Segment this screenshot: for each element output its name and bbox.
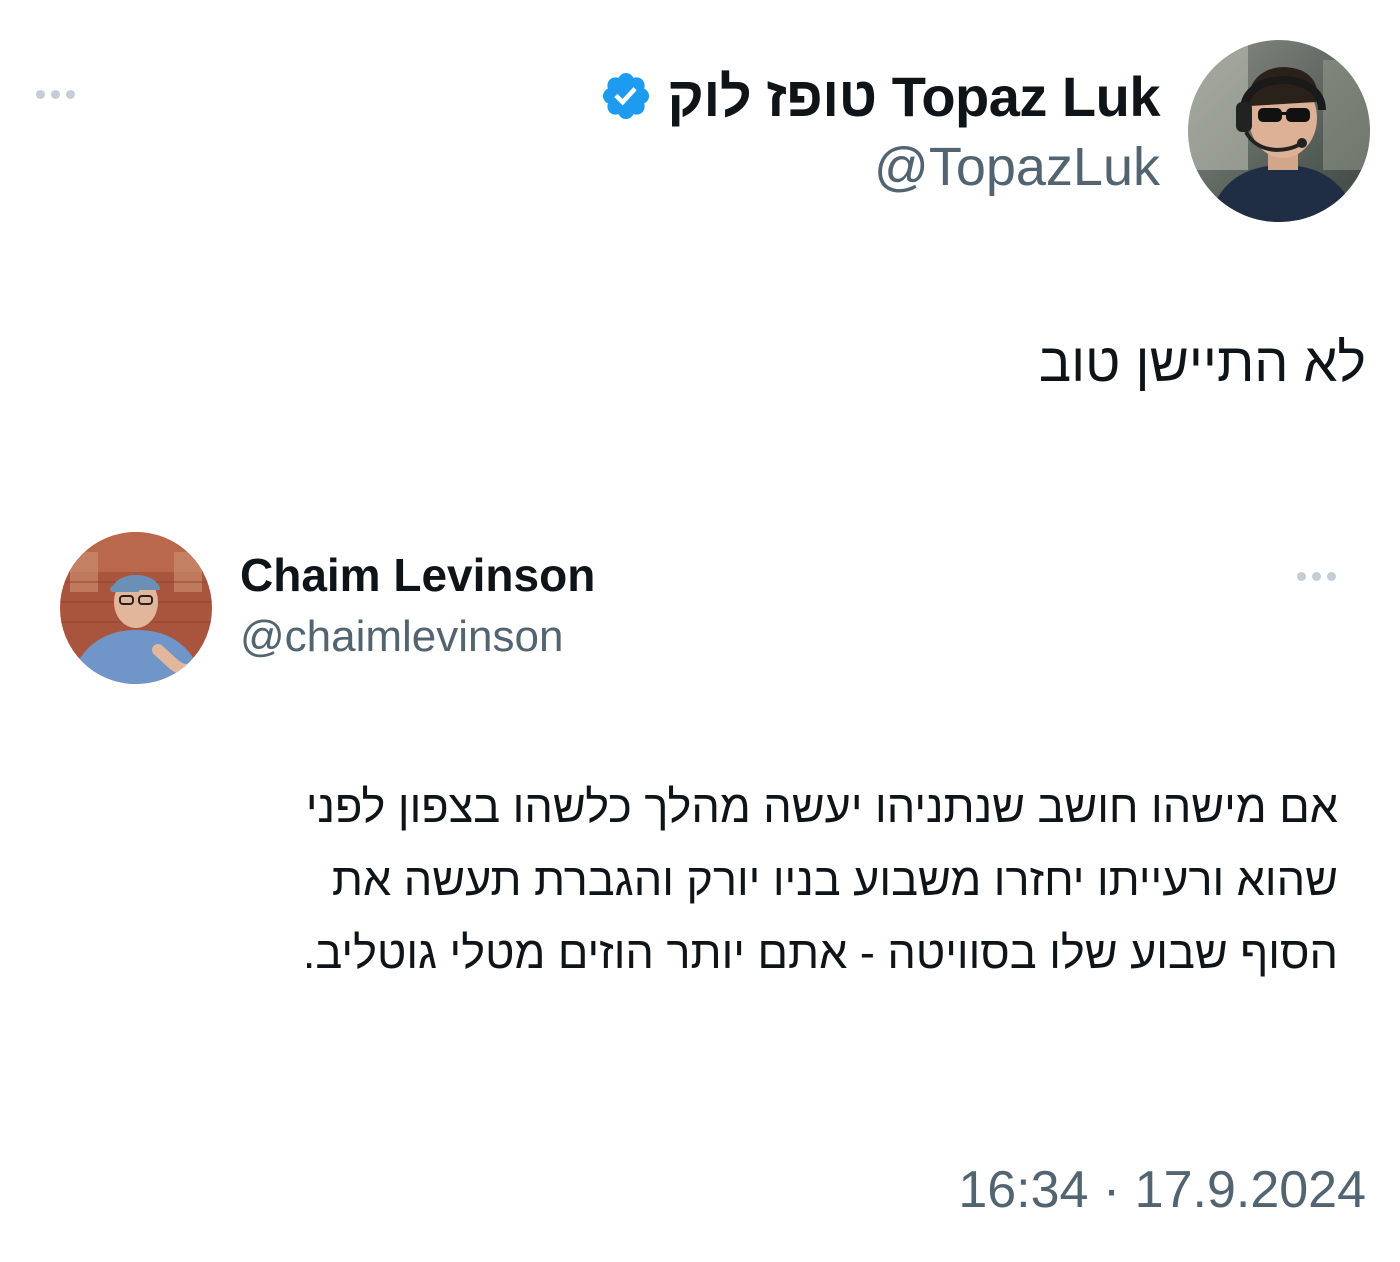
more-dot: [51, 90, 60, 99]
tweet-timestamp[interactable]: 16:34 · 17.9.2024: [958, 1160, 1366, 1220]
verified-badge-icon: [603, 72, 650, 120]
quoted-text-line: שהוא ורעייתו יחזרו משבוע בניו יורק והגבר…: [331, 854, 1338, 905]
quoted-text-line: הסוף שבוע שלו בסוויטה - אתם יותר הוזים מ…: [302, 927, 1338, 978]
quoted-text-line: אם מישהו חושב שנתניהו יעשה מהלך כלשהו בצ…: [305, 781, 1338, 832]
more-dot: [1312, 572, 1321, 581]
more-options-icon[interactable]: [36, 90, 75, 99]
author-handle[interactable]: @TopazLuk: [599, 136, 1160, 198]
more-dot: [66, 90, 75, 99]
quoted-author-name[interactable]: Chaim Levinson: [240, 548, 595, 602]
main-tweet-header: טופז לוק Topaz Luk @TopazLuk: [599, 60, 1160, 198]
more-dot: [36, 90, 45, 99]
quoted-avatar[interactable]: [60, 532, 212, 684]
author-name-row[interactable]: טופז לוק Topaz Luk: [599, 60, 1160, 132]
tweet-text: לא התיישן טוב: [1038, 333, 1366, 393]
author-name[interactable]: טופז לוק Topaz Luk: [667, 64, 1160, 129]
quoted-avatar-image: [60, 532, 212, 684]
quoted-tweet-header: Chaim Levinson @chaimlevinson: [240, 548, 595, 662]
quoted-author-handle[interactable]: @chaimlevinson: [240, 612, 595, 662]
avatar-image: [1188, 40, 1370, 222]
more-options-icon[interactable]: [1297, 572, 1336, 581]
more-dot: [1297, 572, 1306, 581]
more-dot: [1327, 572, 1336, 581]
avatar[interactable]: [1188, 40, 1370, 222]
quoted-tweet-text: אם מישהו חושב שנתניהו יעשה מהלך כלשהו בצ…: [78, 770, 1338, 989]
